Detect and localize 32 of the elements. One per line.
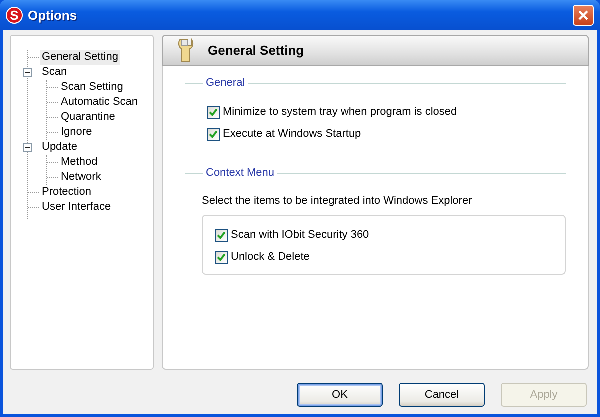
checkbox[interactable]	[207, 128, 220, 140]
wrench-icon	[178, 38, 194, 64]
app-logo: S	[6, 6, 23, 24]
checkbox[interactable]	[207, 106, 220, 118]
option-label: Scan with IObit Security 360	[231, 229, 370, 241]
option-label: Minimize to system tray when program is closed	[223, 106, 458, 118]
section-heading: General	[206, 77, 246, 89]
checkbox[interactable]	[215, 228, 228, 242]
section-description: Select the items to be integrated into Windows Explorer	[202, 195, 474, 207]
close-button[interactable]	[573, 4, 594, 26]
tree-item[interactable]: Automatic Scan	[59, 95, 140, 110]
panel-title: General Setting	[208, 43, 304, 58]
tree-item[interactable]: Protection	[40, 185, 94, 200]
tree-item[interactable]: Quarantine	[59, 110, 118, 125]
tree-item[interactable]: Scan	[40, 65, 70, 80]
checkbox[interactable]	[215, 250, 228, 264]
tree-item[interactable]: Scan Setting	[59, 80, 126, 95]
tree-item[interactable]: Network	[59, 170, 104, 185]
tree-item[interactable]: General Setting	[40, 50, 120, 65]
option-label: Unlock & Delete	[231, 251, 310, 263]
dialog-button[interactable]: Cancel	[399, 383, 485, 407]
tree-item[interactable]: Method	[59, 155, 100, 170]
tree-item[interactable]: Update	[40, 140, 80, 155]
close-icon	[578, 10, 589, 20]
window-title: Options	[28, 8, 78, 22]
dialog-button[interactable]: OK	[297, 383, 383, 407]
collapse-icon[interactable]	[23, 68, 32, 77]
tree-item[interactable]: User Interface	[40, 200, 114, 215]
option-label: Execute at Windows Startup	[223, 128, 362, 140]
section-heading: Context Menu	[206, 167, 274, 179]
tree-item[interactable]: Ignore	[59, 125, 94, 140]
collapse-icon[interactable]	[23, 143, 32, 152]
